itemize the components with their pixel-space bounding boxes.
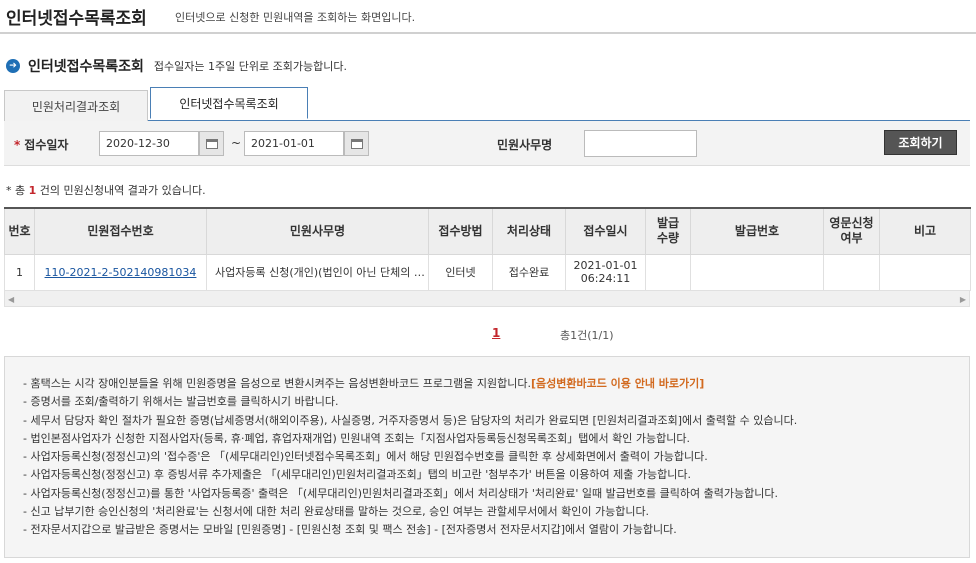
notice-item: - 전자문서지갑으로 발급받은 증명서는 모바일 [민원증명] - [민원신청 … [23, 523, 677, 537]
col-status: 처리상태 [492, 207, 566, 255]
notice-item: - 신고 납부기한 승인신청의 '처리완료'는 신청서에 대한 처리 완료상태를… [23, 505, 650, 519]
office-name-input[interactable] [584, 130, 697, 157]
table-row: 1 110-2021-2-502140981034 사업자등록 신청(개인)(법… [4, 253, 971, 291]
cell-english [823, 253, 880, 291]
table-header-row: 번호 민원접수번호 민원사무명 접수방법 처리상태 접수일시 발급 수량 발급번… [4, 207, 971, 255]
notice-item: - 사업자등록신청(정정신고)를 통한 '사업자등록증' 출력은 「(세무대리인… [23, 486, 778, 500]
calendar-to-button[interactable] [344, 131, 369, 156]
col-datetime: 접수일시 [565, 207, 646, 255]
notice-item: - 홈택스는 시각 장애인분들을 위해 민원증명을 음성으로 변환시켜주는 음성… [23, 377, 705, 390]
col-issue-qty: 발급 수량 [645, 207, 691, 255]
col-remark: 비고 [879, 207, 971, 255]
col-method: 접수방법 [428, 207, 493, 255]
office-label: 민원사무명 [497, 138, 553, 152]
cell-issue-no [690, 253, 824, 291]
cell-status: 접수완료 [492, 253, 566, 291]
page-header: 인터넷접수목록조회 인터넷으로 신청한 민원내역을 조회하는 화면입니다. [0, 0, 976, 34]
date-from-input[interactable]: 2020-12-30 [99, 131, 199, 156]
calendar-from-button[interactable] [199, 131, 224, 156]
notice-item: - 사업자등록신청(정정신고) 후 증빙서류 추가제출은 「(세무대리인)민원처… [23, 468, 691, 482]
col-office-name: 민원사무명 [206, 207, 429, 255]
date-to-input[interactable]: 2021-01-01 [244, 131, 344, 156]
tab-internet-receipt[interactable]: 인터넷접수목록조회 [150, 87, 308, 119]
result-table: 번호 민원접수번호 민원사무명 접수방법 처리상태 접수일시 발급 수량 발급번… [4, 207, 971, 291]
tab-bar: 민원처리결과조회 인터넷접수목록조회 [4, 87, 970, 121]
cell-issue-qty [645, 253, 691, 291]
notice-item: - 증명서를 조회/출력하기 위해서는 발급번호를 클릭하시기 바랍니다. [23, 395, 339, 409]
cell-office-name: 사업자등록 신청(개인)(법인이 아닌 단체의 고유번호 신청) [206, 253, 429, 291]
col-no: 번호 [4, 207, 35, 255]
horizontal-scrollbar[interactable]: ◀ ▶ [4, 290, 970, 307]
calendar-icon [350, 138, 363, 149]
date-label: * 접수일자 [14, 138, 69, 152]
calendar-icon [205, 138, 218, 149]
section-heading: 인터넷접수목록조회 [28, 59, 144, 75]
cell-no: 1 [4, 253, 35, 291]
col-issue-no: 발급번호 [690, 207, 824, 255]
notice-item: - 사업자등록신청(정정신고)의 '접수증'은 「(세무대리인)인터넷접수목록조… [23, 450, 708, 464]
required-mark: * [14, 138, 21, 152]
section-title: ➔ 인터넷접수목록조회 접수일자는 1주일 단위로 조회가능합니다. [6, 56, 347, 76]
search-button[interactable]: 조회하기 [884, 130, 957, 155]
cell-receipt-no: 110-2021-2-502140981034 [34, 253, 207, 291]
info-bullet-icon: ➔ [6, 59, 20, 73]
page-number-current[interactable]: 1 [492, 326, 500, 340]
notice-item: - 법인본점사업자가 신청한 지점사업자(등록, 휴·폐업, 휴업자재개업) 민… [23, 431, 690, 445]
cell-datetime: 2021-01-01 06:24:11 [565, 253, 646, 291]
notice-item: - 세무서 담당자 확인 절차가 필요한 증명(납세증명서(해외이주용), 사실… [23, 413, 798, 427]
notice-box: - 홈택스는 시각 장애인분들을 위해 민원증명을 음성으로 변환시켜주는 음성… [4, 356, 970, 558]
page-total: 총1건(1/1) [560, 329, 614, 342]
date-separator: ~ [231, 136, 242, 150]
barcode-guide-link[interactable]: [음성변환바코드 이용 안내 바로가기] [531, 377, 704, 390]
receipt-no-link[interactable]: 110-2021-2-502140981034 [45, 266, 197, 279]
page-title: 인터넷접수목록조회 [6, 9, 147, 29]
col-english: 영문신청 여부 [823, 207, 880, 255]
tab-civil-result[interactable]: 민원처리결과조회 [4, 90, 148, 121]
page-description: 인터넷으로 신청한 민원내역을 조회하는 화면입니다. [175, 11, 416, 24]
cell-method: 인터넷 [428, 253, 493, 291]
col-receipt-no: 민원접수번호 [34, 207, 207, 255]
scroll-left-icon[interactable]: ◀ [8, 295, 14, 304]
search-panel: * 접수일자 2020-12-30 ~ 2021-01-01 민원사무명 조회하기 [4, 121, 970, 166]
scroll-right-icon[interactable]: ▶ [960, 295, 966, 304]
result-count: * 총 1 건의 민원신청내역 결과가 있습니다. [6, 184, 206, 197]
cell-remark [879, 253, 971, 291]
section-note: 접수일자는 1주일 단위로 조회가능합니다. [153, 60, 347, 73]
